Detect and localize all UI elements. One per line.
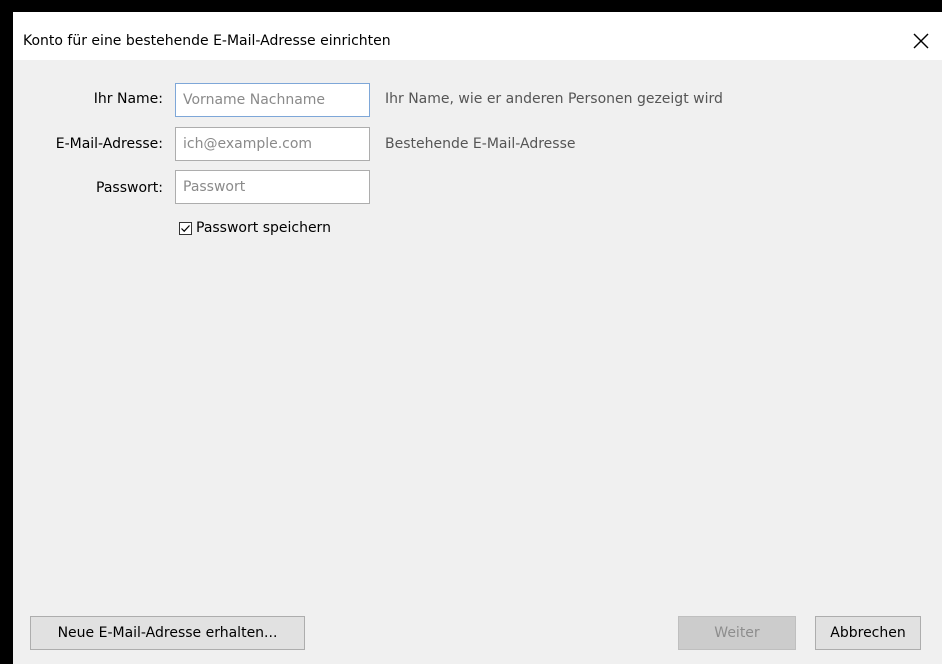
new-email-address-button[interactable]: Neue E-Mail-Adresse erhalten... [30,616,305,650]
dialog-window: Konto für eine bestehende E-Mail-Adresse… [13,12,942,664]
remember-password-checkbox[interactable] [179,221,192,235]
close-icon [913,33,929,49]
close-button[interactable] [908,28,934,54]
cancel-button[interactable]: Abbrechen [815,616,921,650]
email-input[interactable] [175,127,370,161]
name-hint: Ihr Name, wie er anderen Personen gezeig… [385,91,723,107]
title-bar: Konto für eine bestehende E-Mail-Adresse… [13,12,942,60]
password-input[interactable] [175,170,370,204]
email-label: E-Mail-Adresse: [55,136,163,152]
email-hint: Bestehende E-Mail-Adresse [385,136,576,152]
remember-password-checkbox-row[interactable]: Passwort speichern [179,218,331,238]
remember-password-label: Passwort speichern [196,220,331,236]
password-label: Passwort: [96,180,163,196]
name-label: Ihr Name: [93,91,163,107]
dialog-title: Konto für eine bestehende E-Mail-Adresse… [23,33,391,49]
next-button[interactable]: Weiter [678,616,796,650]
name-input[interactable] [175,83,370,117]
checkmark-icon [181,224,190,232]
